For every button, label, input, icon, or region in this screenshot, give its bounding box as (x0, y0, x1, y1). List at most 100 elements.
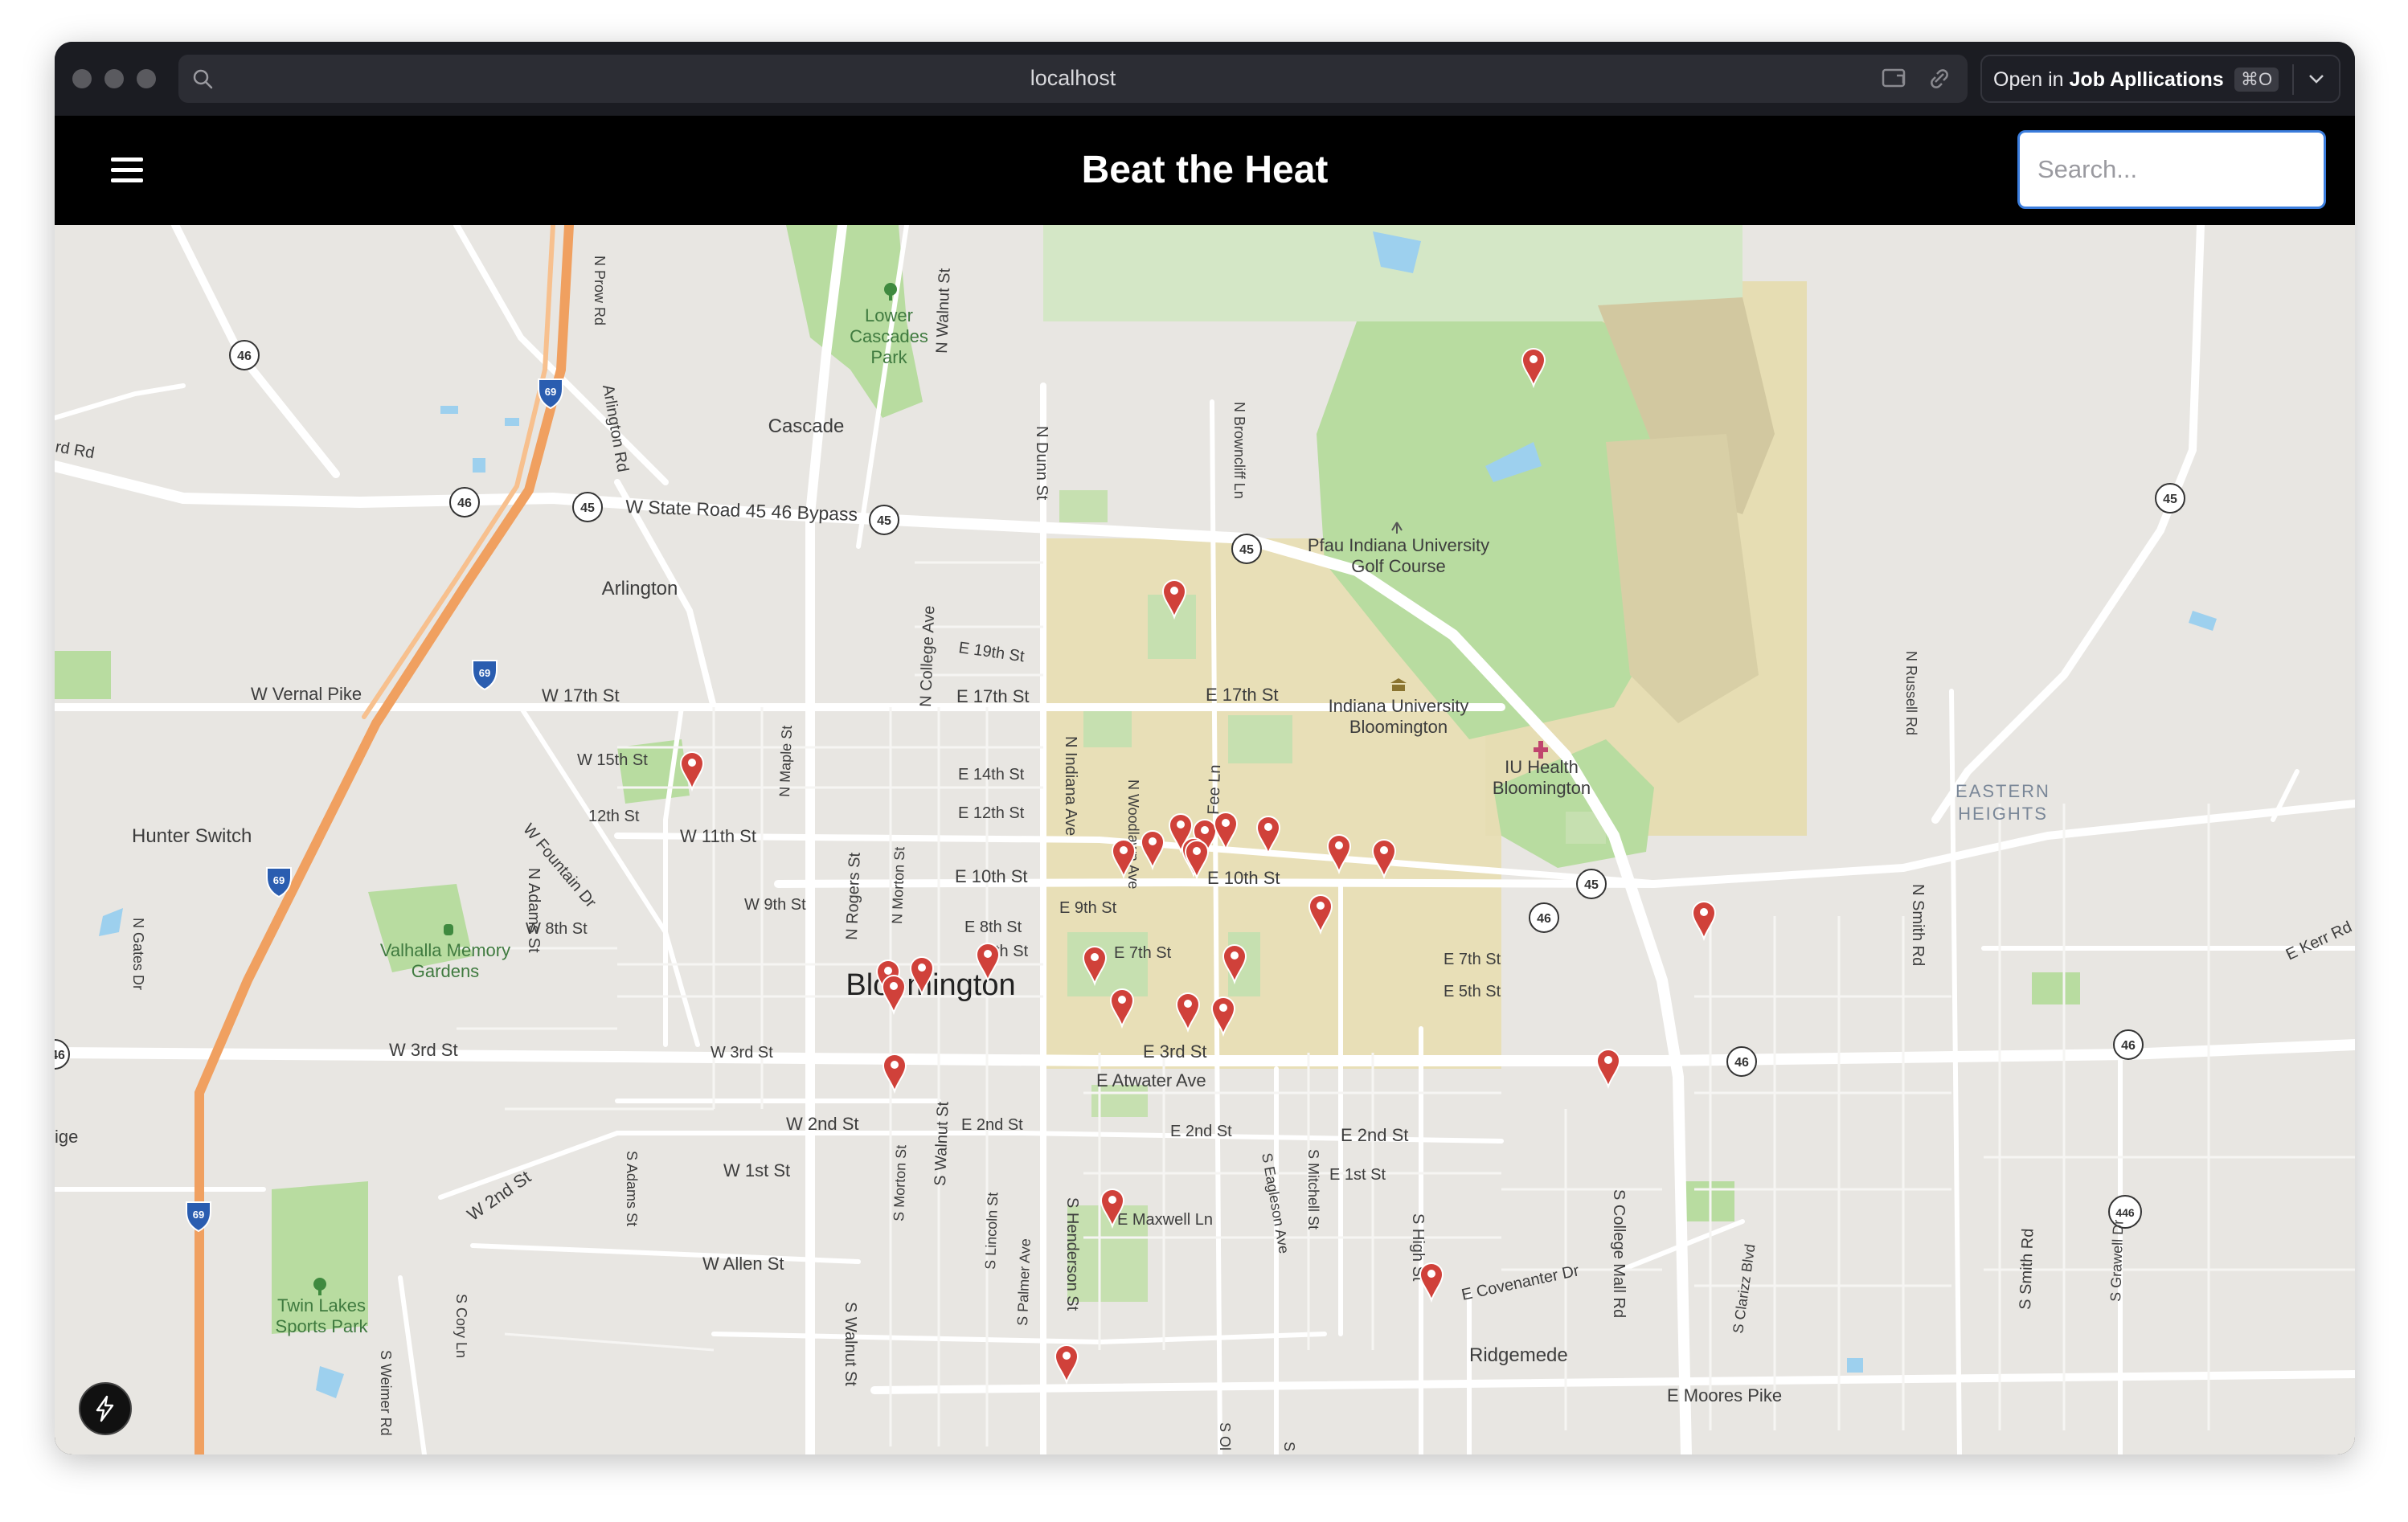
road-label: W 3rd St (711, 1044, 773, 1062)
route-46-shield: 46 (1726, 1046, 1757, 1077)
road-label: E 9th St (1059, 899, 1117, 917)
map-marker[interactable] (1595, 1049, 1621, 1090)
road-label: W Allen St (702, 1254, 784, 1274)
road-label: E 10th St (1207, 868, 1280, 888)
road-label: N College Ave (917, 605, 938, 707)
minimize-window-button[interactable] (104, 69, 124, 88)
zoom-window-button[interactable] (137, 69, 156, 88)
road-label: S Walnut St (842, 1302, 859, 1386)
poi-label: Bloomington (1493, 778, 1591, 798)
route-45-shield: 45 (572, 492, 603, 522)
road-label: S Adams St (624, 1151, 640, 1226)
road-label: S Lincoln St (982, 1192, 1001, 1270)
address-bar[interactable]: localhost (178, 55, 1968, 103)
road-label: E Maxwell Ln (1117, 1211, 1213, 1229)
road-label: 12th St (588, 808, 640, 825)
svg-text:446: 446 (2115, 1206, 2135, 1219)
map[interactable]: 46 46 45 45 45 45 46 45 46 46 46 446 69 … (55, 225, 2355, 1454)
svg-text:69: 69 (193, 1209, 204, 1221)
map-canvas[interactable]: 46 46 45 45 45 45 46 45 46 46 46 446 69 … (55, 225, 2355, 1454)
place-label: Hunter Switch (132, 825, 252, 847)
svg-text:46: 46 (55, 1049, 65, 1062)
place-label: Arlington (602, 578, 678, 599)
cast-icon[interactable] (1881, 66, 1908, 92)
road-label: W 17th St (542, 685, 620, 706)
svg-text:45: 45 (580, 501, 595, 515)
road-label: W 15th St (577, 751, 648, 769)
divider (2292, 64, 2294, 95)
park-label: Lower (865, 305, 913, 325)
road-label: N Gates Dr (130, 918, 146, 990)
road-label: S Eagleson Ave (1259, 1152, 1292, 1254)
route-45-shield: 45 (1576, 869, 1607, 899)
route-45-shield: 45 (1231, 534, 1262, 564)
open-in-app-button[interactable]: Open in Job Apllications ⌘O (1980, 55, 2340, 103)
road-label: E 7th St (1444, 951, 1501, 968)
close-window-button[interactable] (72, 69, 92, 88)
shortcut-badge: ⌘O (2234, 68, 2279, 92)
road-label: th St (995, 943, 1029, 960)
road-label: E Kerr Rd (2283, 918, 2355, 964)
browser-window: localhost Open in Job Apllications ⌘O Be… (55, 42, 2355, 1454)
search-input[interactable] (2017, 130, 2326, 209)
road-label: W Vernal Pike (251, 684, 362, 704)
road-label: N Browncliff Ln (1231, 402, 1247, 499)
app-header: Beat the Heat (55, 116, 2355, 225)
road-label: N Adams St (525, 868, 543, 953)
road-label: W 2nd St (786, 1114, 858, 1134)
road-label: Fee Ln (1205, 764, 1224, 815)
map-marker[interactable] (881, 975, 907, 1016)
road-label: E 2nd St (1170, 1123, 1232, 1140)
road-label: E 8th St (964, 919, 1022, 936)
road-label: E 3rd St (1143, 1041, 1206, 1062)
road-label: S Palmer Ave (1014, 1238, 1034, 1326)
svg-text:45: 45 (1239, 543, 1254, 557)
open-in-label: Open in Job Apllications (1993, 68, 2224, 92)
map-marker[interactable] (1054, 1344, 1079, 1385)
park-label: Cascades (850, 326, 928, 346)
road-label: S Morton St (891, 1144, 909, 1221)
road-label: E 2nd St (1341, 1125, 1408, 1145)
window-controls (72, 69, 156, 88)
road-label: E 17th St (956, 686, 1030, 706)
neighborhood-label: HEIGHTS (1958, 804, 2048, 824)
road-label: N Maple St (776, 725, 795, 797)
interstate-69-shield: 69 (186, 1201, 211, 1233)
map-marker[interactable] (1691, 901, 1717, 942)
road-label: E 12th St (958, 804, 1025, 822)
park-label: Valhalla Memory (380, 940, 510, 960)
road-label: S College Mall Rd (1610, 1189, 1628, 1318)
lightning-bolt-icon[interactable] (79, 1382, 132, 1435)
road-label: N Morton St (889, 846, 907, 924)
road-label: S Walnut St (932, 1101, 952, 1186)
route-46-shield: 46 (1529, 902, 1559, 933)
road-label: W 1st St (723, 1160, 790, 1180)
neighborhood-label: EASTERN (1955, 781, 2050, 801)
road-label: E 17th St (1206, 685, 1279, 705)
place-label: Cascade (768, 415, 845, 437)
road-label: N Woodlawn Ave (1125, 779, 1141, 889)
svg-text:46: 46 (2121, 1039, 2136, 1053)
chevron-down-icon[interactable] (2307, 71, 2326, 87)
svg-text:46: 46 (457, 497, 472, 510)
route-46-shield: 46 (2113, 1029, 2144, 1060)
road-label: N Walnut St (933, 268, 954, 354)
map-marker[interactable] (882, 1054, 907, 1094)
road-label: N Dunn St (1033, 426, 1050, 501)
road-label: S Ol (1217, 1422, 1233, 1450)
road-label: E Atwater Ave (1096, 1070, 1206, 1090)
road-label: N Prow Rd (592, 256, 608, 325)
map-marker[interactable] (1419, 1262, 1444, 1303)
open-in-prefix: Open in (1993, 68, 2064, 91)
route-46-shield: 46 (55, 1039, 70, 1070)
link-icon[interactable] (1926, 66, 1953, 92)
road-label: Arlington Rd (599, 383, 632, 473)
road-label: E 5th St (1444, 983, 1501, 1000)
road-label: S Cory Ln (453, 1294, 469, 1358)
svg-text:45: 45 (1584, 878, 1599, 892)
road-label: N Smith Rd (1909, 884, 1927, 966)
road-label: S Grawell Dr (2107, 1219, 2127, 1302)
interstate-69 (195, 225, 574, 1454)
url-text: localhost (1030, 66, 1116, 90)
road-label: E 10th St (955, 866, 1028, 886)
